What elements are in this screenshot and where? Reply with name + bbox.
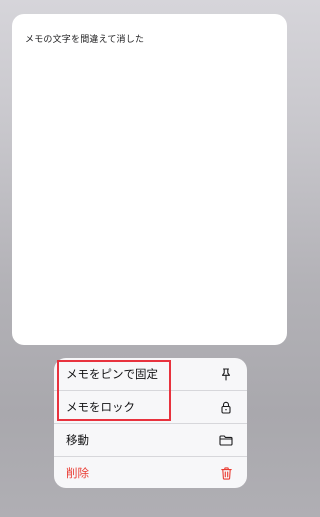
context-menu: メモをピンで固定 メモをロック 移動 削除 xyxy=(54,358,247,488)
menu-item-label: メモをピンで固定 xyxy=(66,367,158,381)
menu-item-delete[interactable]: 削除 xyxy=(54,457,247,488)
menu-item-label: 削除 xyxy=(66,466,89,480)
menu-item-label: メモをロック xyxy=(66,400,135,414)
lock-icon xyxy=(219,400,233,414)
menu-item-lock-note[interactable]: メモをロック xyxy=(54,391,247,423)
pin-icon xyxy=(219,367,233,381)
menu-item-label: 移動 xyxy=(66,433,89,447)
menu-item-pin-note[interactable]: メモをピンで固定 xyxy=(54,358,247,390)
menu-item-move[interactable]: 移動 xyxy=(54,424,247,456)
trash-icon xyxy=(219,466,233,480)
note-text: メモの文字を間違えて消した xyxy=(25,35,145,45)
folder-icon xyxy=(219,433,233,447)
note-preview-card[interactable]: メモの文字を間違えて消した xyxy=(12,14,287,345)
